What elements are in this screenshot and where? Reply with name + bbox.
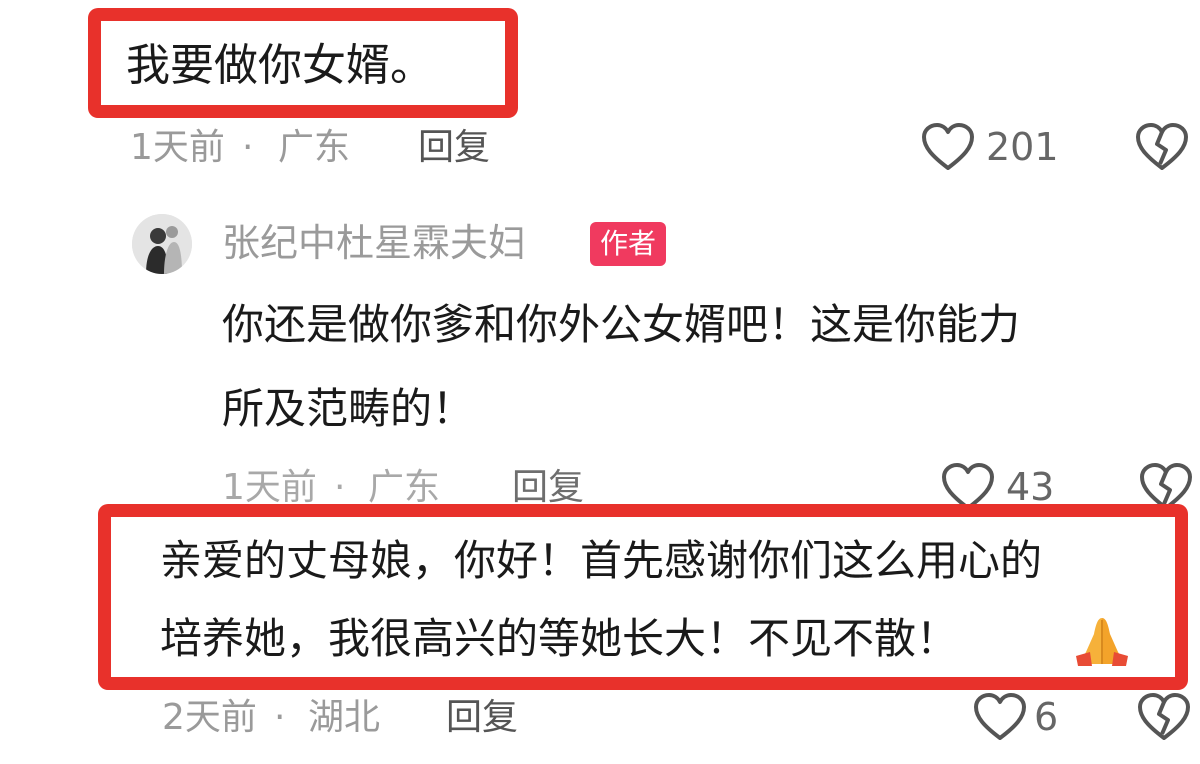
author-reply-location: 广东 [368,467,441,508]
comment-2-like-count: 6 [1034,695,1059,739]
comment-1-like-count: 201 [986,125,1059,169]
author-username[interactable]: 张纪中杜星霖夫妇 [222,224,526,262]
comment-2-line-2: 培养她，我很高兴的等她长大！不见不散！ [160,614,959,663]
pray-emoji-icon [1076,618,1128,666]
comment-1-text: 我要做你女婿。 [126,40,434,91]
comment-1-location: 广东 [278,127,351,168]
author-reply-separator: · [334,467,346,508]
avatar-image [132,214,192,274]
comment-2-like-button[interactable] [972,692,1028,742]
author-reply-line-2: 所及范畴的！ [222,384,475,433]
comment-1-reply-button[interactable]: 回复 [418,130,490,166]
author-reply-reply-button[interactable]: 回复 [512,470,584,506]
author-reply-time: 1天前 [222,467,317,508]
comment-2-line-1: 亲爱的丈母娘，你好！首先感谢你们这么用心的 [160,536,1043,585]
broken-heart-icon [1138,693,1190,740]
broken-heart-icon [1136,123,1188,170]
author-reply-like-count: 43 [1006,465,1055,509]
comment-2-location: 湖北 [308,697,381,738]
author-avatar[interactable] [132,214,192,274]
comment-1-like-button[interactable] [920,122,976,172]
comment-2-dislike-button[interactable] [1136,692,1192,742]
comment-2-time: 2天前 [162,697,257,738]
comment-1-dislike-button[interactable] [1134,122,1190,172]
heart-outline-icon [974,693,1026,740]
comment-1-time: 1天前 [130,127,225,168]
praying-hands-emoji [1070,612,1134,668]
comment-2-reply-button[interactable]: 回复 [446,700,518,736]
author-reply-line-1: 你还是做你爹和你外公女婿吧！这是你能力 [222,300,1021,349]
comment-2-separator: · [274,697,286,738]
heart-outline-icon [922,123,974,170]
comment-1-separator: · [242,127,254,168]
author-badge: 作者 [590,222,667,266]
